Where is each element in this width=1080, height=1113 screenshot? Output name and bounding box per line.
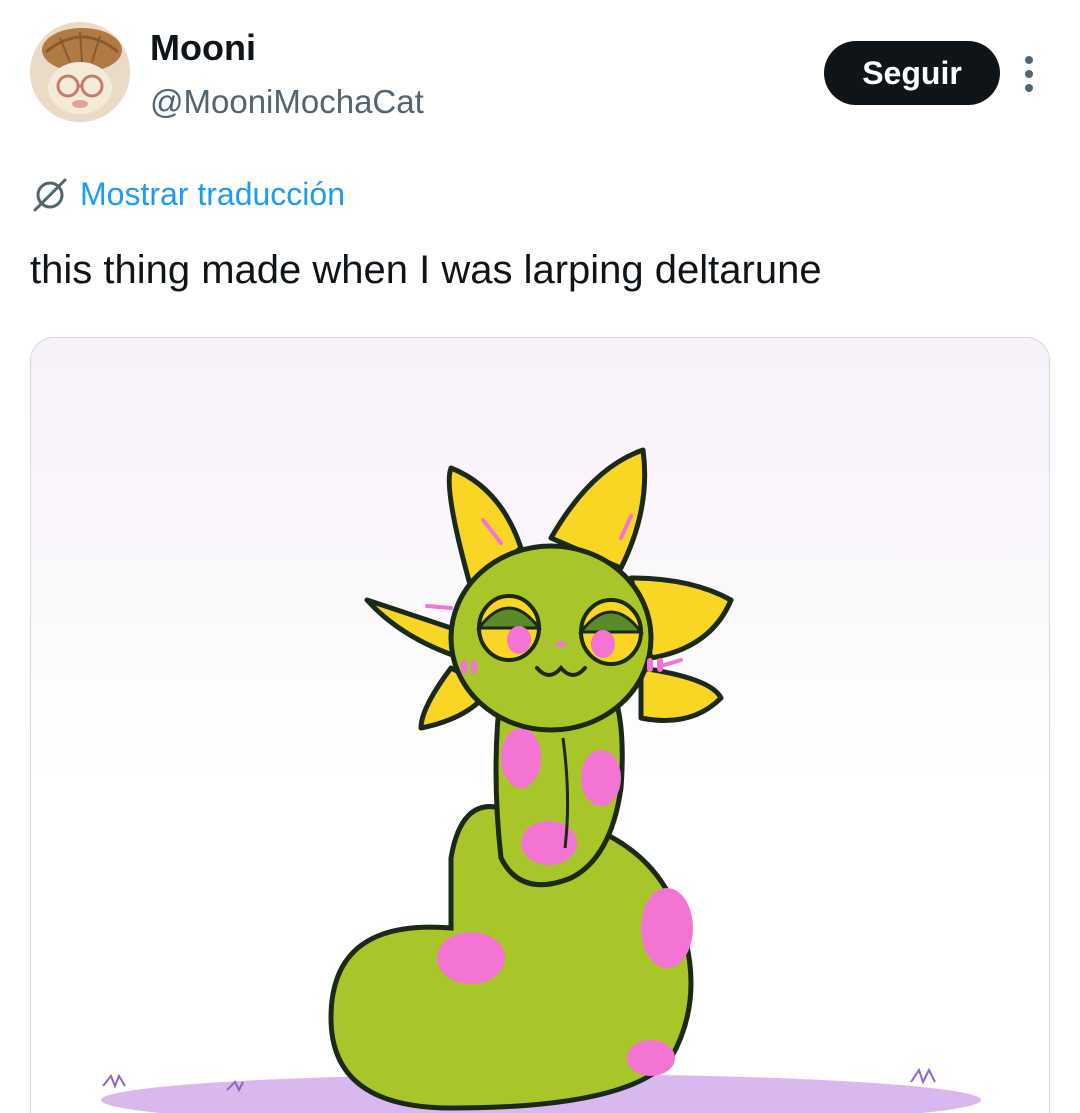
- show-translation-link[interactable]: Mostrar traducción: [30, 172, 345, 216]
- translate-icon: [33, 178, 67, 212]
- spot: [437, 932, 505, 984]
- spot: [627, 1040, 675, 1076]
- user-handle[interactable]: @MooniMochaCat: [150, 80, 424, 124]
- tweet-text: this thing made when I was larping delta…: [30, 248, 822, 292]
- grass-mark: [102, 1073, 126, 1089]
- more-options-button[interactable]: [1016, 52, 1042, 96]
- tweet-media-image[interactable]: [30, 337, 1050, 1113]
- spot: [501, 728, 541, 788]
- display-name[interactable]: Mooni: [150, 26, 256, 70]
- follow-button[interactable]: Seguir: [824, 41, 1000, 105]
- avatar-image: [30, 22, 130, 122]
- nose: [556, 641, 566, 647]
- illustration-svg: [101, 447, 981, 1113]
- spot: [641, 888, 693, 968]
- spot: [521, 821, 577, 865]
- show-translation-label: Mostrar traducción: [80, 176, 345, 212]
- avatar[interactable]: [30, 22, 130, 122]
- more-vertical-icon: [1025, 56, 1033, 92]
- grass-mark: [910, 1067, 936, 1085]
- spot: [581, 750, 621, 806]
- tweet-page: Mooni @MooniMochaCat Seguir Mostrar trad…: [0, 0, 1080, 1113]
